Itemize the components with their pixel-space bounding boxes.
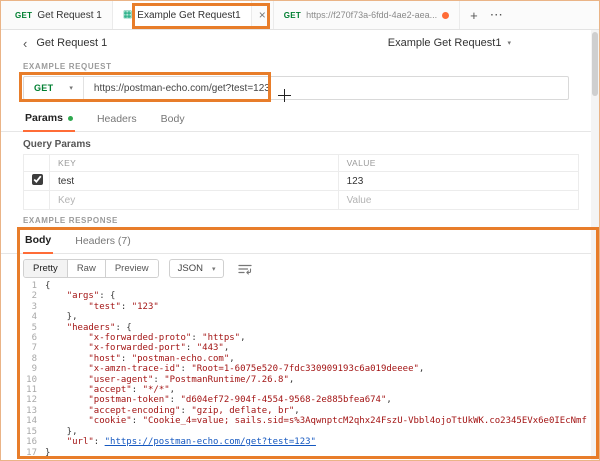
chevron-down-icon: ▾	[212, 265, 216, 273]
row-checkbox[interactable]	[32, 174, 43, 185]
json-code: 1{2 "args": {3 "test": "123"4 },5 "heade…	[23, 281, 587, 458]
tab-params[interactable]: Params	[23, 108, 75, 132]
table-row: test 123	[24, 172, 579, 191]
preview-button[interactable]: Preview	[106, 260, 158, 277]
view-switcher: Pretty Raw Preview	[23, 259, 159, 278]
tab-title: Example Get Request1	[137, 10, 240, 21]
key-column-header: KEY	[50, 155, 339, 172]
scrollbar-thumb[interactable]	[592, 32, 598, 96]
table-header-row: KEY VALUE	[24, 155, 579, 172]
query-params-table: KEY VALUE test 123 Key Value	[23, 154, 579, 210]
postman-window: GET Get Request 1 ▦ Example Get Request1…	[0, 0, 600, 461]
chevron-down-icon: ▾	[69, 84, 73, 92]
pretty-button[interactable]: Pretty	[24, 260, 68, 277]
wrap-lines-icon[interactable]	[238, 263, 252, 275]
url-input[interactable]: https://postman-echo.com/get?test=123	[84, 77, 568, 99]
close-tab-icon[interactable]: ×	[252, 1, 274, 29]
tab-params-label: Params	[25, 112, 63, 124]
example-request-label: EXAMPLE REQUEST	[1, 56, 599, 76]
breadcrumb: Get Request 1	[36, 37, 107, 49]
method-get-label: GET	[15, 11, 32, 20]
param-key-cell[interactable]: test	[50, 172, 339, 191]
params-present-dot	[68, 116, 73, 121]
method-get-label: GET	[34, 83, 53, 93]
response-body-editor[interactable]: 1{2 "args": {3 "test": "123"4 },5 "heade…	[23, 281, 587, 459]
checkbox-column-header	[24, 155, 50, 172]
request-header: ‹ Get Request 1 Example Get Request1 ▾	[1, 30, 599, 56]
value-column-header: VALUE	[338, 155, 578, 172]
tab-response-body[interactable]: Body	[23, 230, 53, 254]
method-get-label: GET	[284, 11, 301, 20]
format-label: JSON	[178, 263, 203, 274]
table-row-placeholder: Key Value	[24, 191, 579, 210]
tab-example-get-request1[interactable]: ▦ Example Get Request1	[113, 1, 252, 29]
query-params-label: Query Params	[1, 132, 599, 154]
tab-title: Get Request 1	[37, 10, 101, 21]
tab-response-headers[interactable]: Headers (7)	[73, 231, 132, 253]
tab-bar: GET Get Request 1 ▦ Example Get Request1…	[1, 1, 599, 30]
request-url-bar: GET ▾ https://postman-echo.com/get?test=…	[23, 76, 569, 100]
raw-button[interactable]: Raw	[68, 260, 106, 277]
param-key-placeholder[interactable]: Key	[50, 191, 339, 210]
param-value-cell[interactable]: 123	[338, 172, 578, 191]
crosshair-cursor	[278, 89, 291, 102]
unsaved-changes-dot	[442, 12, 449, 19]
tab-options-button[interactable]: ⋯	[490, 7, 503, 23]
format-dropdown[interactable]: JSON ▾	[169, 259, 225, 278]
tab-headers[interactable]: Headers	[95, 109, 139, 131]
vertical-scrollbar[interactable]	[591, 30, 599, 460]
example-selector-label: Example Get Request1	[388, 37, 502, 49]
tab-get-request-1[interactable]: GET Get Request 1	[5, 1, 113, 29]
example-selector-dropdown[interactable]: Example Get Request1 ▾	[388, 37, 511, 49]
response-tabs: Body Headers (7)	[1, 230, 599, 254]
method-dropdown[interactable]: GET ▾	[24, 77, 84, 99]
tab-actions: + ⋯	[460, 1, 513, 29]
chevron-down-icon: ▾	[507, 39, 511, 47]
example-response-label: EXAMPLE RESPONSE	[1, 210, 599, 230]
param-value-placeholder[interactable]: Value	[338, 191, 578, 210]
tab-unsaved-request[interactable]: GET https://f270f73a-6fdd-4ae2-aea...	[274, 1, 460, 29]
back-button[interactable]: ‹	[23, 37, 27, 50]
response-toolbar: Pretty Raw Preview JSON ▾	[1, 254, 599, 281]
tab-title: https://f270f73a-6fdd-4ae2-aea...	[306, 10, 437, 20]
example-icon: ▦	[123, 10, 132, 20]
request-tabs: Params Headers Body	[1, 108, 599, 132]
tab-body[interactable]: Body	[159, 109, 187, 131]
add-tab-button[interactable]: +	[470, 8, 478, 23]
